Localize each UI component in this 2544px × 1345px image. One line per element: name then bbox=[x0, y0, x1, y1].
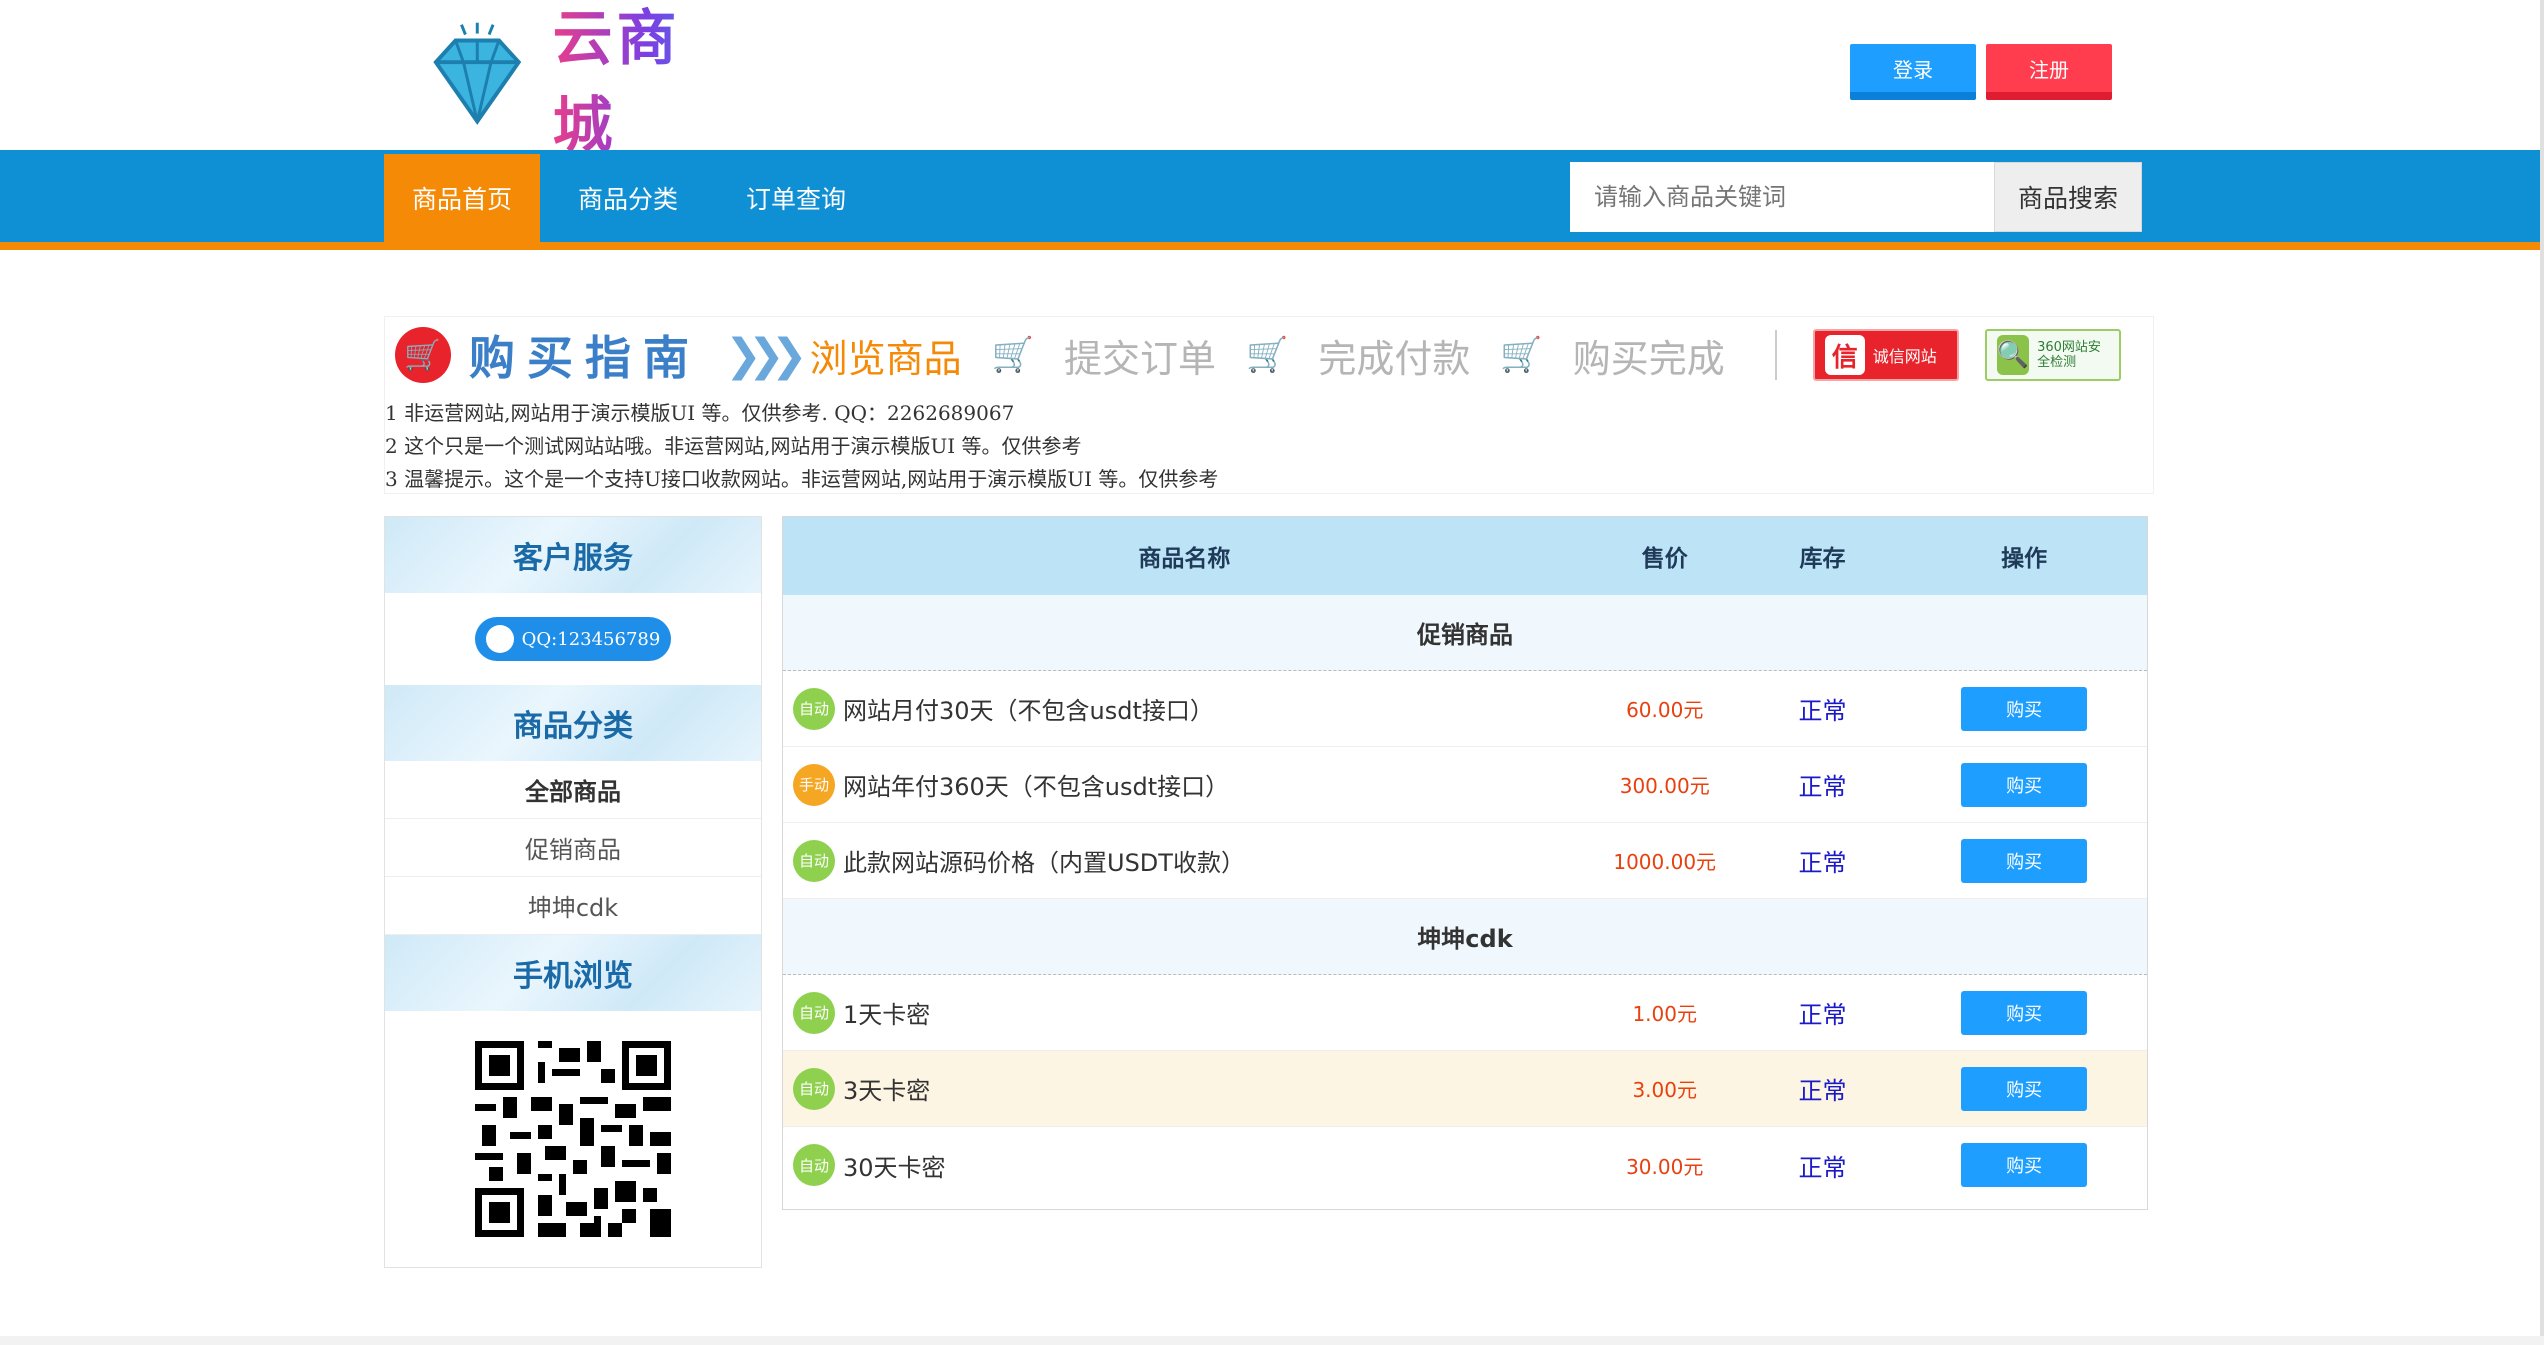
guide-steps: 🛒 购买指南 ❯❯❯ 浏览商品 🛒 提交订单 🛒 完成付款 🛒 购买完成 信 诚… bbox=[395, 325, 2121, 385]
product-stock: 正常 bbox=[1798, 1153, 1847, 1182]
trust-icon: 信 bbox=[1824, 335, 1865, 375]
header-stock: 库存 bbox=[1799, 546, 1846, 572]
site-header: 云商城 登录 注册 bbox=[0, 0, 2544, 161]
product-name: 网站月付30天（不包含usdt接口） bbox=[843, 697, 1214, 725]
scrollbar[interactable] bbox=[2540, 0, 2544, 1345]
cart-step-icon: 🛒 bbox=[1245, 335, 1289, 375]
service-title: 客户服务 bbox=[385, 517, 761, 593]
step-pay: 完成付款 bbox=[1318, 336, 1471, 381]
qq-icon bbox=[485, 625, 514, 653]
qr-container bbox=[385, 1011, 761, 1267]
trust-badge[interactable]: 信 诚信网站 bbox=[1812, 329, 1959, 381]
qq-container: QQ:123456789 bbox=[385, 593, 761, 685]
sidebar: 客户服务 QQ:123456789 商品分类 全部商品 促销商品 坤坤cdk 手… bbox=[384, 516, 762, 1268]
auto-tag: 自动 bbox=[793, 991, 835, 1034]
guide-title: 购买指南 bbox=[469, 331, 701, 385]
diamond-icon bbox=[433, 22, 522, 125]
divider bbox=[1774, 330, 1777, 380]
product-price: 1.00元 bbox=[1632, 1002, 1697, 1026]
magnifier-icon: 🔍 bbox=[1996, 335, 2030, 375]
buy-button[interactable]: 购买 bbox=[1961, 1143, 2088, 1187]
notice-line-3: 3 温馨提示。这个是一个支持U接口收款网站。非运营网站,网站用于演示模版UI 等… bbox=[385, 467, 1219, 491]
auto-tag: 自动 bbox=[793, 839, 835, 882]
trust-badge-label: 诚信网站 bbox=[1872, 347, 1937, 366]
product-stock: 正常 bbox=[1798, 773, 1847, 801]
buy-button[interactable]: 购买 bbox=[1961, 686, 2088, 731]
category-all[interactable]: 全部商品 bbox=[385, 761, 761, 819]
qq-number: QQ:123456789 bbox=[521, 628, 661, 650]
security-badge[interactable]: 🔍 360网站安全检测 bbox=[1984, 329, 2121, 381]
product-stock: 正常 bbox=[1798, 697, 1847, 725]
qq-contact-button[interactable]: QQ:123456789 bbox=[475, 617, 671, 661]
search-button[interactable]: 商品搜索 bbox=[1994, 162, 2142, 232]
product-name: 30天卡密 bbox=[843, 1153, 946, 1182]
product-name: 此款网站源码价格（内置USDT收款） bbox=[843, 849, 1245, 877]
manual-tag: 手动 bbox=[793, 763, 835, 806]
group-header: 坤坤cdk bbox=[783, 899, 2147, 975]
product-price: 1000.00元 bbox=[1613, 850, 1717, 874]
security-badge-label: 360网站安全检测 bbox=[2037, 340, 2101, 370]
nav-order-query[interactable]: 订单查询 bbox=[728, 154, 864, 242]
search-input[interactable] bbox=[1570, 162, 1994, 232]
nav-home[interactable]: 商品首页 bbox=[384, 154, 540, 242]
product-stock: 正常 bbox=[1798, 1001, 1847, 1029]
cart-step-icon: 🛒 bbox=[1500, 335, 1543, 375]
auto-tag: 自动 bbox=[793, 1067, 835, 1110]
product-price: 300.00元 bbox=[1619, 774, 1710, 798]
buy-button[interactable]: 购买 bbox=[1961, 990, 2088, 1035]
mobile-title: 手机浏览 bbox=[385, 935, 761, 1011]
header-action: 操作 bbox=[2001, 546, 2048, 572]
product-name: 网站年付360天（不包含usdt接口） bbox=[843, 773, 1230, 801]
auto-tag: 自动 bbox=[793, 687, 835, 730]
step-submit: 提交订单 bbox=[1063, 336, 1216, 381]
category-promo[interactable]: 促销商品 bbox=[385, 819, 761, 877]
double-chevron-icon: ❯❯❯ bbox=[725, 329, 808, 381]
product-stock: 正常 bbox=[1798, 1077, 1847, 1105]
purchase-guide: 🛒 购买指南 ❯❯❯ 浏览商品 🛒 提交订单 🛒 完成付款 🛒 购买完成 信 诚… bbox=[384, 316, 2154, 494]
cart-icon: 🛒 bbox=[395, 327, 451, 383]
product-name: 1天卡密 bbox=[843, 1001, 931, 1029]
register-button[interactable]: 注册 bbox=[1986, 44, 2112, 100]
product-stock: 正常 bbox=[1798, 849, 1847, 877]
table-row: 自动 1天卡密 1.00元 正常 购买 bbox=[783, 975, 2147, 1051]
product-table: 商品名称 售价 库存 操作 促销商品 自动 网站月付30天（不包含usdt接口） … bbox=[782, 516, 2148, 1210]
buy-button[interactable]: 购买 bbox=[1961, 838, 2088, 883]
footer-divider bbox=[0, 1336, 2544, 1345]
category-title: 商品分类 bbox=[385, 685, 761, 761]
group-header: 促销商品 bbox=[783, 595, 2147, 671]
header-price: 售价 bbox=[1641, 546, 1688, 572]
product-price: 30.00元 bbox=[1626, 1154, 1704, 1179]
auto-tag: 自动 bbox=[793, 1144, 835, 1186]
category-cdk[interactable]: 坤坤cdk bbox=[385, 877, 761, 935]
table-row: 自动 网站月付30天（不包含usdt接口） 60.00元 正常 购买 bbox=[783, 671, 2147, 747]
nav-categories[interactable]: 商品分类 bbox=[560, 154, 696, 242]
table-header: 商品名称 售价 库存 操作 bbox=[783, 517, 2147, 595]
notice-line-2: 2 这个只是一个测试网站站哦。非运营网站,网站用于演示模版UI 等。仅供参考 bbox=[385, 434, 1082, 458]
buy-button[interactable]: 购买 bbox=[1961, 762, 2088, 807]
header-name: 商品名称 bbox=[1138, 546, 1231, 572]
product-price: 60.00元 bbox=[1626, 698, 1704, 722]
table-row: 自动 3天卡密 3.00元 正常 购买 bbox=[783, 1051, 2147, 1127]
product-price: 3.00元 bbox=[1632, 1078, 1697, 1102]
qr-code-icon bbox=[475, 1041, 671, 1237]
step-browse: 浏览商品 bbox=[809, 336, 962, 381]
notice-line-1: 1 非运营网站,网站用于演示模版UI 等。仅供参考. QQ：2262689067 bbox=[385, 401, 1015, 425]
site-logo[interactable]: 云商城 bbox=[422, 4, 742, 161]
table-row: 自动 30天卡密 30.00元 正常 购买 bbox=[783, 1127, 2147, 1203]
table-row: 自动 此款网站源码价格（内置USDT收款） 1000.00元 正常 购买 bbox=[783, 823, 2147, 899]
site-name: 云商城 bbox=[553, 0, 742, 164]
product-name: 3天卡密 bbox=[843, 1077, 931, 1105]
table-row: 手动 网站年付360天（不包含usdt接口） 300.00元 正常 购买 bbox=[783, 747, 2147, 823]
step-complete: 购买完成 bbox=[1572, 336, 1725, 381]
buy-button[interactable]: 购买 bbox=[1961, 1066, 2088, 1111]
login-button[interactable]: 登录 bbox=[1850, 44, 1976, 100]
cart-step-icon: 🛒 bbox=[991, 335, 1034, 375]
main-navbar: 商品首页 商品分类 订单查询 商品搜索 bbox=[0, 150, 2544, 250]
